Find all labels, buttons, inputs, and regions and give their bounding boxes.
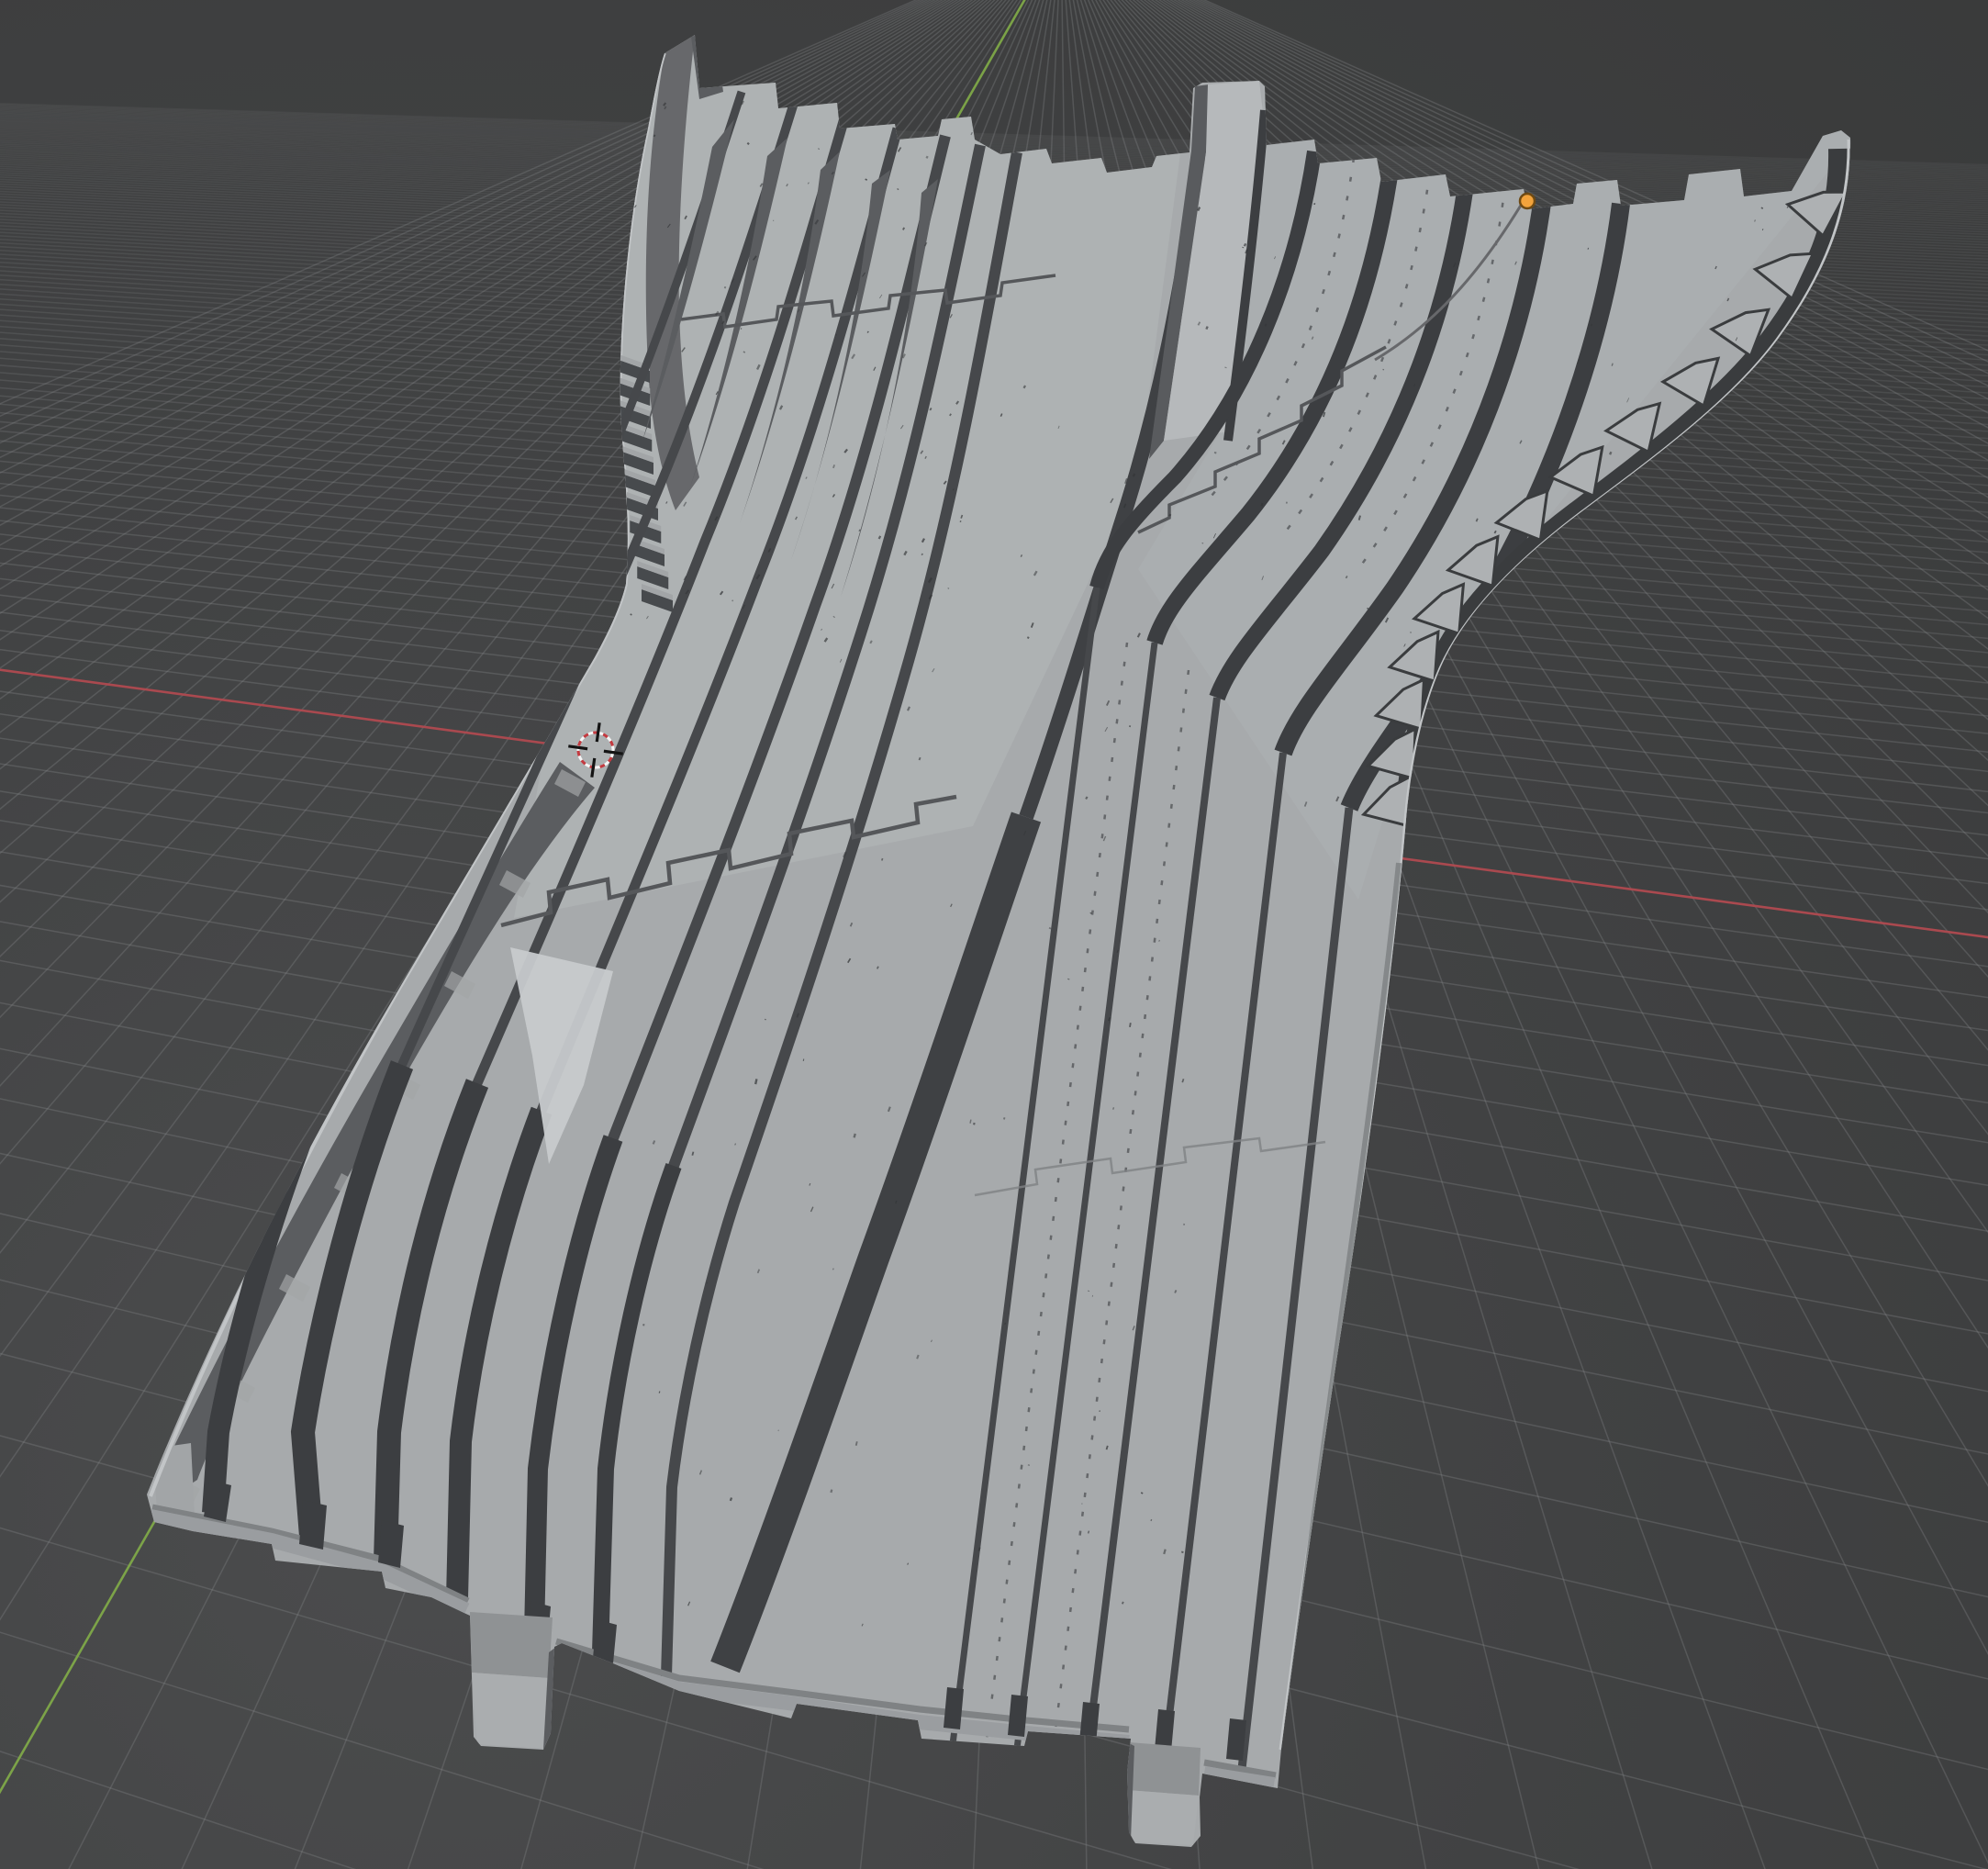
scene-svg <box>0 0 1988 1869</box>
object-origin-dot[interactable] <box>1520 194 1535 208</box>
foot-left <box>470 1612 556 1750</box>
surface-scratch <box>642 1324 644 1326</box>
blender-3d-viewport[interactable] <box>0 0 1988 1869</box>
foot-right <box>1127 1742 1201 1845</box>
